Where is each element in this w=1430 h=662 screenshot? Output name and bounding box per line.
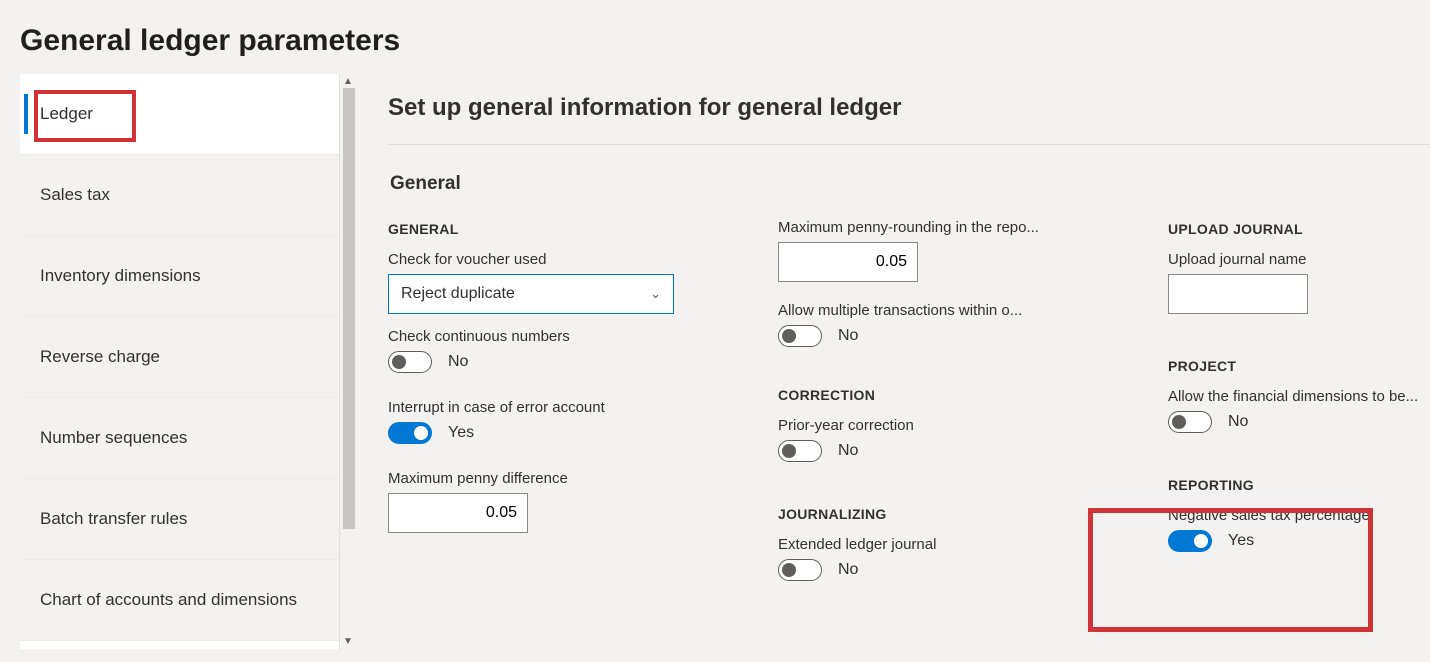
sidebar-item-number-sequences[interactable]: Number sequences bbox=[20, 398, 339, 479]
toggle-check-continuous[interactable] bbox=[388, 351, 432, 373]
main-panel: Set up general information for general l… bbox=[358, 74, 1430, 649]
scroll-up-icon[interactable]: ▲ bbox=[343, 76, 353, 87]
label-allow-fin-dimensions: Allow the financial dimensions to be... bbox=[1168, 388, 1430, 405]
toggle-label: Yes bbox=[1228, 532, 1254, 550]
input-max-penny-rounding[interactable] bbox=[778, 242, 918, 282]
page-header: General ledger parameters bbox=[0, 0, 1430, 74]
sidebar-item-label: Inventory dimensions bbox=[40, 266, 201, 285]
toggle-label: No bbox=[838, 327, 858, 345]
column-general: GENERAL Check for voucher used Reject du… bbox=[388, 219, 708, 581]
group-heading-correction: CORRECTION bbox=[778, 387, 1098, 403]
input-max-penny-diff[interactable] bbox=[388, 493, 528, 533]
group-heading-project: PROJECT bbox=[1168, 358, 1430, 374]
main-title: Set up general information for general l… bbox=[388, 94, 1430, 122]
label-allow-multiple: Allow multiple transactions within o... bbox=[778, 302, 1098, 319]
toggle-allow-multiple[interactable] bbox=[778, 325, 822, 347]
select-check-voucher[interactable]: Reject duplicate ⌄ bbox=[388, 274, 674, 314]
group-heading-upload-journal: UPLOAD JOURNAL bbox=[1168, 221, 1430, 237]
toggle-prior-year[interactable] bbox=[778, 440, 822, 462]
label-max-penny-rounding: Maximum penny-rounding in the repo... bbox=[778, 219, 1098, 236]
sidebar-item-inventory-dimensions[interactable]: Inventory dimensions bbox=[20, 236, 339, 317]
toggle-label: No bbox=[448, 353, 468, 371]
group-heading-journalizing: JOURNALIZING bbox=[778, 506, 1098, 522]
label-upload-journal-name: Upload journal name bbox=[1168, 251, 1430, 268]
sidebar-item-label: Chart of accounts and dimensions bbox=[40, 590, 297, 609]
label-check-voucher: Check for voucher used bbox=[388, 251, 708, 268]
sidebar-item-chart-of-accounts[interactable]: Chart of accounts and dimensions bbox=[20, 560, 339, 641]
select-value: Reject duplicate bbox=[401, 285, 515, 303]
sidebar-item-label: Ledger bbox=[40, 104, 93, 123]
sidebar-item-ledger[interactable]: Ledger bbox=[20, 74, 339, 155]
toggle-negative-sales-tax[interactable] bbox=[1168, 530, 1212, 552]
column-middle: Maximum penny-rounding in the repo... Al… bbox=[778, 219, 1098, 581]
chevron-down-icon: ⌄ bbox=[650, 286, 661, 302]
label-prior-year: Prior-year correction bbox=[778, 417, 1098, 434]
toggle-allow-fin-dimensions[interactable] bbox=[1168, 411, 1212, 433]
sidebar-item-reverse-charge[interactable]: Reverse charge bbox=[20, 317, 339, 398]
group-heading-reporting: REPORTING bbox=[1168, 477, 1430, 493]
sidebar-item-label: Number sequences bbox=[40, 428, 187, 447]
column-right: UPLOAD JOURNAL Upload journal name PROJE… bbox=[1168, 219, 1430, 581]
sidebar-scrollbar[interactable]: ▲ ▼ bbox=[340, 74, 358, 649]
sidebar-item-batch-transfer-rules[interactable]: Batch transfer rules bbox=[20, 479, 339, 560]
toggle-interrupt[interactable] bbox=[388, 422, 432, 444]
input-upload-journal-name[interactable] bbox=[1168, 274, 1308, 314]
toggle-label: No bbox=[838, 561, 858, 579]
scroll-thumb[interactable] bbox=[343, 88, 355, 529]
sidebar-item-sales-tax[interactable]: Sales tax bbox=[20, 155, 339, 236]
label-check-continuous: Check continuous numbers bbox=[388, 328, 708, 345]
sidebar: Ledger Sales tax Inventory dimensions Re… bbox=[20, 74, 340, 649]
toggle-extended-ledger[interactable] bbox=[778, 559, 822, 581]
label-negative-sales-tax: Negative sales tax percentage bbox=[1168, 507, 1430, 524]
page-title: General ledger parameters bbox=[20, 24, 1410, 58]
group-heading-general: GENERAL bbox=[388, 221, 708, 237]
toggle-label: Yes bbox=[448, 424, 474, 442]
label-interrupt: Interrupt in case of error account bbox=[388, 399, 708, 416]
sidebar-item-label: Batch transfer rules bbox=[40, 509, 187, 528]
label-max-penny-diff: Maximum penny difference bbox=[388, 470, 708, 487]
label-extended-ledger: Extended ledger journal bbox=[778, 536, 1098, 553]
toggle-label: No bbox=[1228, 413, 1248, 431]
sidebar-item-label: Reverse charge bbox=[40, 347, 160, 366]
toggle-label: No bbox=[838, 442, 858, 460]
scroll-down-icon[interactable]: ▼ bbox=[343, 636, 353, 647]
section-title: General bbox=[390, 173, 1430, 195]
sidebar-item-label: Sales tax bbox=[40, 185, 110, 204]
